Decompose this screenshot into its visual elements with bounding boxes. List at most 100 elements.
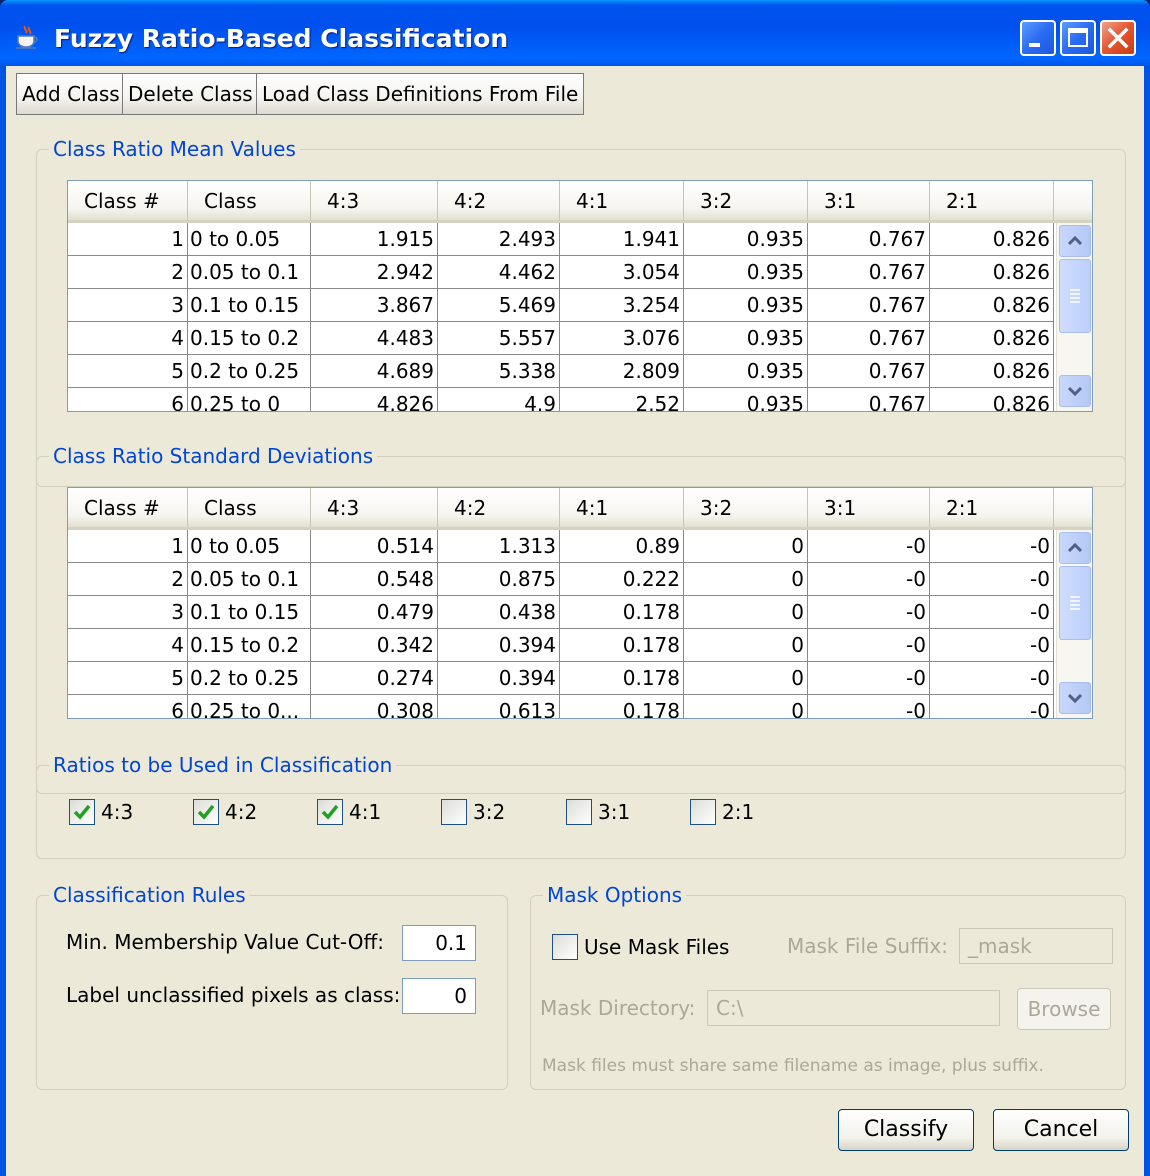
add-class-button[interactable]: Add Class — [16, 73, 126, 115]
table-cell[interactable]: 0.935 — [684, 256, 808, 289]
minimize-button[interactable] — [1020, 20, 1056, 56]
table-cell[interactable]: -0 — [808, 695, 930, 718]
table-cell[interactable]: 0.514 — [311, 530, 438, 563]
column-header[interactable]: Class # — [68, 181, 188, 220]
table-cell[interactable]: -0 — [930, 596, 1054, 629]
table-cell[interactable]: 0.274 — [311, 662, 438, 695]
table-row[interactable]: 5 0.2 to 0.25 0.274 0.394 0.178 0 -0 -0 — [68, 662, 1054, 695]
table-cell[interactable]: 5.338 — [438, 355, 560, 388]
table-cell[interactable]: 0.178 — [560, 596, 684, 629]
table-cell[interactable]: 5 — [68, 662, 188, 695]
table-cell[interactable]: 3 — [68, 596, 188, 629]
cutoff-input[interactable]: 0.1 — [402, 925, 476, 961]
checkbox-box[interactable] — [317, 799, 343, 825]
column-header[interactable]: 4:1 — [560, 488, 684, 527]
table-cell[interactable]: 4.462 — [438, 256, 560, 289]
checkbox-box[interactable] — [69, 799, 95, 825]
table-cell[interactable]: 3.076 — [560, 322, 684, 355]
table-cell[interactable]: -0 — [930, 695, 1054, 718]
table-cell[interactable]: -0 — [808, 596, 930, 629]
table-cell[interactable]: 0 — [684, 530, 808, 563]
checkbox-box[interactable] — [441, 799, 467, 825]
table-cell[interactable]: 5 — [68, 355, 188, 388]
table-cell[interactable]: 0 — [684, 563, 808, 596]
table-cell[interactable]: 0 to 0.05 — [188, 530, 311, 563]
column-header[interactable]: 2:1 — [930, 181, 1054, 220]
table-cell[interactable]: 0.935 — [684, 388, 808, 411]
table-cell[interactable]: 0.394 — [438, 662, 560, 695]
table-cell[interactable]: 0 — [684, 629, 808, 662]
table-cell[interactable]: 0.2 to 0.25 — [188, 355, 311, 388]
column-header[interactable]: 3:2 — [684, 488, 808, 527]
table-cell[interactable]: 6 — [68, 695, 188, 718]
table-cell[interactable]: 0.935 — [684, 289, 808, 322]
table-cell[interactable]: 0.05 to 0.1 — [188, 563, 311, 596]
table-cell[interactable]: 1 — [68, 530, 188, 563]
table-cell[interactable]: 0.767 — [808, 289, 930, 322]
checkbox-box[interactable] — [690, 799, 716, 825]
table-cell[interactable]: 0.222 — [560, 563, 684, 596]
table-cell[interactable]: 0.826 — [930, 388, 1054, 411]
table-cell[interactable]: 0.767 — [808, 256, 930, 289]
table-cell[interactable]: 0.89 — [560, 530, 684, 563]
table-cell[interactable]: 0.178 — [560, 662, 684, 695]
table-cell[interactable]: 3.867 — [311, 289, 438, 322]
table-cell[interactable]: 0.826 — [930, 289, 1054, 322]
column-header[interactable]: Class — [188, 488, 311, 527]
table-cell[interactable]: 0.935 — [684, 223, 808, 256]
column-header[interactable]: 4:3 — [311, 488, 438, 527]
column-header[interactable]: 3:1 — [808, 488, 930, 527]
delete-class-button[interactable]: Delete Class — [122, 73, 259, 115]
table-cell[interactable]: 0 — [684, 596, 808, 629]
table-cell[interactable]: 4 — [68, 629, 188, 662]
table-cell[interactable]: -0 — [930, 563, 1054, 596]
table-cell[interactable]: 2.942 — [311, 256, 438, 289]
scroll-thumb[interactable] — [1059, 566, 1091, 640]
table-cell[interactable]: 0.394 — [438, 629, 560, 662]
column-header[interactable]: Class — [188, 181, 311, 220]
table-cell[interactable]: 0.438 — [438, 596, 560, 629]
table-cell[interactable]: 2.493 — [438, 223, 560, 256]
column-header[interactable]: 4:1 — [560, 181, 684, 220]
table-cell[interactable]: 0.25 to 0 — [188, 388, 311, 411]
table-cell[interactable]: 0.767 — [808, 388, 930, 411]
column-header[interactable]: 2:1 — [930, 488, 1054, 527]
table-cell[interactable]: 0.178 — [560, 695, 684, 718]
checkbox-box[interactable] — [552, 934, 578, 960]
table-cell[interactable]: 2.52 — [560, 388, 684, 411]
table-cell[interactable]: 1.313 — [438, 530, 560, 563]
classify-button[interactable]: Classify — [838, 1109, 974, 1151]
table-cell[interactable]: 4.689 — [311, 355, 438, 388]
table-cell[interactable]: -0 — [930, 629, 1054, 662]
maximize-button[interactable] — [1060, 20, 1096, 56]
table-cell[interactable]: 0.178 — [560, 629, 684, 662]
table-cell[interactable]: 0.342 — [311, 629, 438, 662]
table-cell[interactable]: 4.483 — [311, 322, 438, 355]
table-cell[interactable]: 4 — [68, 322, 188, 355]
table-cell[interactable]: 0.05 to 0.1 — [188, 256, 311, 289]
table-cell[interactable]: 0.826 — [930, 322, 1054, 355]
table-row[interactable]: 2 0.05 to 0.1 0.548 0.875 0.222 0 -0 -0 — [68, 563, 1054, 596]
column-header[interactable]: 3:2 — [684, 181, 808, 220]
table-row[interactable]: 3 0.1 to 0.15 3.867 5.469 3.254 0.935 0.767 0.8… — [68, 289, 1054, 322]
table-row[interactable]: 10 to 0.05 0.514 1.313 0.89 0 -0 -0 — [68, 530, 1054, 563]
table-cell[interactable]: 0.548 — [311, 563, 438, 596]
checkbox-box[interactable] — [566, 799, 592, 825]
table-cell[interactable]: 2 — [68, 563, 188, 596]
means-scrollbar[interactable] — [1056, 223, 1092, 411]
table-cell[interactable]: 0.1 to 0.15 — [188, 289, 311, 322]
table-cell[interactable]: 0.875 — [438, 563, 560, 596]
table-row[interactable]: 6 0.25 to 0... 0.308 0.613 0.178 0 -0 -0 — [68, 695, 1054, 718]
table-row[interactable]: 5 0.2 to 0.25 4.689 5.338 2.809 0.935 0.767 0.8… — [68, 355, 1054, 388]
mask-suffix-input[interactable]: _mask — [959, 928, 1113, 964]
table-row[interactable]: 3 0.1 to 0.15 0.479 0.438 0.178 0 -0 -0 — [68, 596, 1054, 629]
table-cell[interactable]: 0.767 — [808, 355, 930, 388]
cancel-button[interactable]: Cancel — [993, 1109, 1129, 1151]
column-header[interactable]: 4:2 — [438, 488, 560, 527]
table-cell[interactable]: -0 — [930, 662, 1054, 695]
table-cell[interactable]: 0.767 — [808, 223, 930, 256]
table-cell[interactable]: 0.767 — [808, 322, 930, 355]
table-cell[interactable]: 4.826 — [311, 388, 438, 411]
stdevs-scrollbar[interactable] — [1056, 530, 1092, 718]
column-header[interactable]: 4:2 — [438, 181, 560, 220]
